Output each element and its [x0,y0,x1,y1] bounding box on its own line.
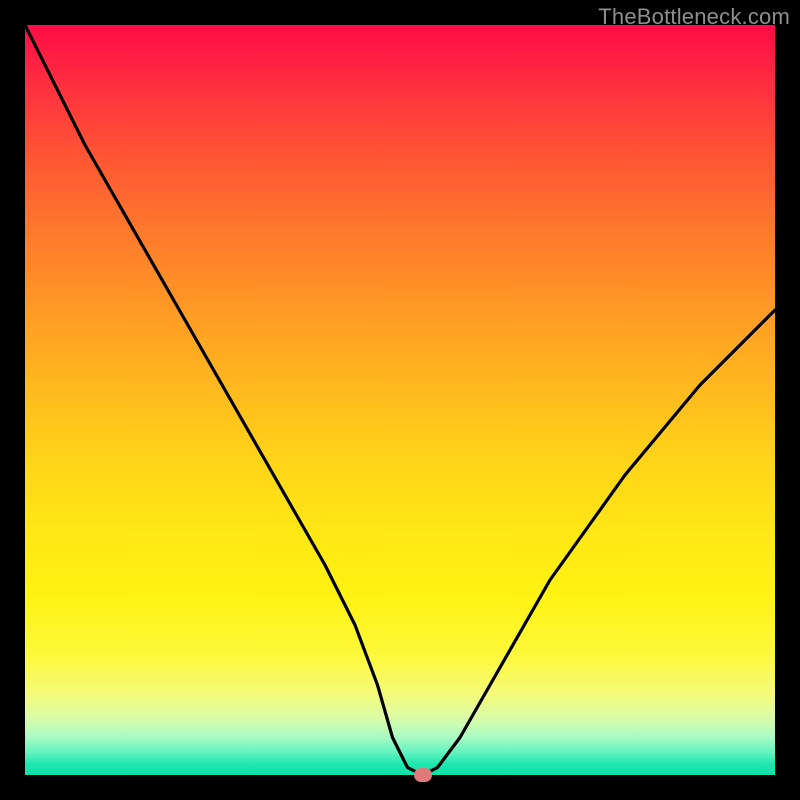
watermark-text: TheBottleneck.com [598,4,790,30]
bottleneck-curve [25,25,775,775]
chart-frame: TheBottleneck.com [0,0,800,800]
optimum-marker [414,768,432,782]
curve-path [25,25,775,775]
plot-area [25,25,775,775]
